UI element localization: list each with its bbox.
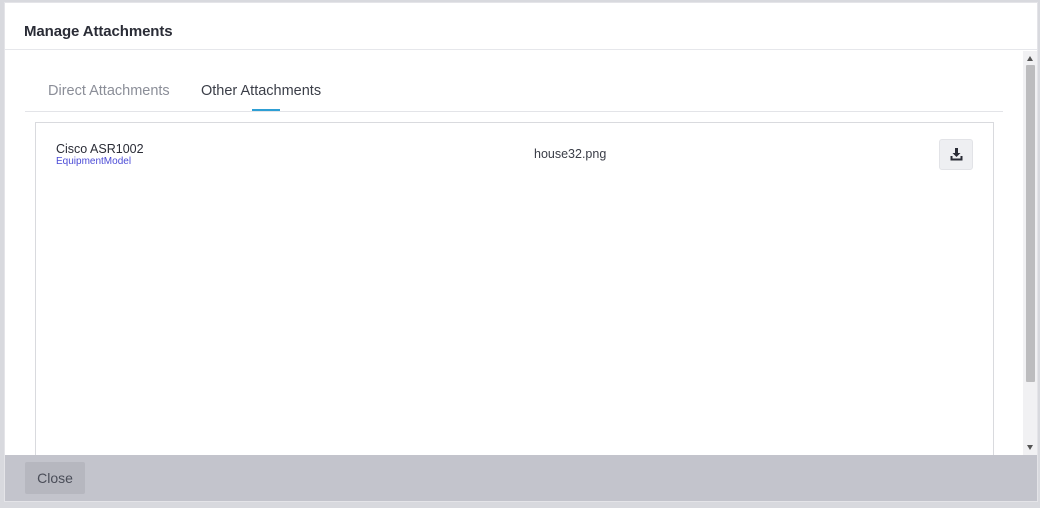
- dialog-header: Manage Attachments: [5, 3, 1037, 50]
- manage-attachments-dialog: Manage Attachments Direct Attachments Ot…: [4, 2, 1038, 502]
- attachment-tabs: Direct Attachments Other Attachments: [25, 75, 1003, 112]
- scroll-thumb[interactable]: [1026, 65, 1035, 382]
- scroll-up-arrow-icon[interactable]: [1027, 56, 1033, 61]
- attachment-owner-name: Cisco ASR1002: [56, 142, 144, 156]
- attachment-file-name: house32.png: [534, 147, 607, 161]
- vertical-scrollbar[interactable]: [1023, 51, 1037, 456]
- active-tab-indicator: [252, 109, 280, 111]
- tab-direct-attachments[interactable]: Direct Attachments: [48, 83, 170, 99]
- dialog-footer: Close: [5, 455, 1037, 501]
- close-button[interactable]: Close: [25, 462, 85, 494]
- attachments-list: Cisco ASR1002 EquipmentModel house32.png: [35, 122, 994, 456]
- scroll-down-arrow-icon[interactable]: [1027, 445, 1033, 450]
- tab-other-attachments[interactable]: Other Attachments: [201, 83, 321, 99]
- download-button[interactable]: [939, 139, 973, 170]
- attachment-owner-type[interactable]: EquipmentModel: [56, 156, 131, 167]
- download-icon: [950, 148, 962, 161]
- dialog-title: Manage Attachments: [24, 23, 173, 40]
- dialog-body: Direct Attachments Other Attachments Cis…: [5, 51, 1023, 456]
